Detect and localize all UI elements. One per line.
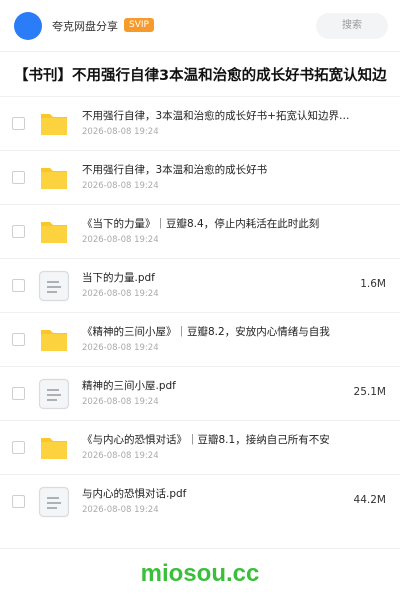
- item-date: 2026-08-08 19:24: [82, 343, 159, 353]
- select-checkbox[interactable]: [12, 279, 25, 292]
- search-button[interactable]: 搜索: [316, 13, 388, 39]
- select-checkbox[interactable]: [12, 171, 25, 184]
- folder-icon: [38, 108, 70, 140]
- file-list: 不用强行自律，3本温和治愈的成长好书+拓宽认知边界… 2026-08-08 19:…: [0, 96, 400, 528]
- document-icon: [38, 486, 70, 518]
- folder-icon: [38, 216, 70, 248]
- list-item[interactable]: 《与内心的恐惧对话》｜豆瓣8.1，接纳自己所有不安 2026-08-08 19:2…: [0, 420, 400, 474]
- item-name: 《与内心的恐惧对话》｜豆瓣8.1，接纳自己所有不安: [82, 434, 330, 446]
- avatar[interactable]: [14, 12, 42, 40]
- list-item[interactable]: 精神的三间小屋.pdf 2026-08-08 19:24 25.1M: [0, 366, 400, 420]
- list-item[interactable]: 与内心的恐惧对话.pdf 2026-08-08 19:24 44.2M: [0, 474, 400, 528]
- item-date: 2026-08-08 19:24: [82, 397, 159, 407]
- item-name: 不用强行自律，3本温和治愈的成长好书: [82, 164, 268, 176]
- item-date: 2026-08-08 19:24: [82, 505, 159, 515]
- item-size: 44.2M: [353, 494, 386, 506]
- item-date: 2026-08-08 19:24: [82, 127, 159, 137]
- svip-badge: SVIP: [124, 18, 154, 32]
- item-name: 《当下的力量》｜豆瓣8.4，停止内耗活在此时此刻: [82, 218, 320, 230]
- list-item[interactable]: 当下的力量.pdf 2026-08-08 19:24 1.6M: [0, 258, 400, 312]
- item-name: 《精神的三间小屋》｜豆瓣8.2，安放内心情绪与自我: [82, 326, 330, 338]
- page-title: 【书刊】不用强行自律3本温和治愈的成长好书拓宽认知边: [14, 68, 387, 84]
- list-item[interactable]: 《精神的三间小屋》｜豆瓣8.2，安放内心情绪与自我 2026-08-08 19:2…: [0, 312, 400, 366]
- select-checkbox[interactable]: [12, 333, 25, 346]
- list-item[interactable]: 不用强行自律，3本温和治愈的成长好书+拓宽认知边界… 2026-08-08 19:…: [0, 96, 400, 150]
- folder-icon: [38, 432, 70, 464]
- select-checkbox[interactable]: [12, 495, 25, 508]
- top-bar: 夸克网盘分享 SVIP 搜索: [0, 0, 400, 52]
- list-item[interactable]: 不用强行自律，3本温和治愈的成长好书 2026-08-08 19:24: [0, 150, 400, 204]
- document-icon: [38, 378, 70, 410]
- select-checkbox[interactable]: [12, 441, 25, 454]
- item-name: 精神的三间小屋.pdf: [82, 380, 176, 392]
- folder-icon: [38, 162, 70, 194]
- item-date: 2026-08-08 19:24: [82, 235, 159, 245]
- select-checkbox[interactable]: [12, 117, 25, 130]
- item-date: 2026-08-08 19:24: [82, 451, 159, 461]
- select-checkbox[interactable]: [12, 387, 25, 400]
- item-date: 2026-08-08 19:24: [82, 289, 159, 299]
- item-name: 不用强行自律，3本温和治愈的成长好书+拓宽认知边界…: [82, 110, 350, 122]
- list-item[interactable]: 《当下的力量》｜豆瓣8.4，停止内耗活在此时此刻 2026-08-08 19:24: [0, 204, 400, 258]
- item-date: 2026-08-08 19:24: [82, 181, 159, 191]
- item-size: 1.6M: [360, 278, 386, 290]
- watermark: miosou.cc: [140, 560, 260, 587]
- item-size: 25.1M: [353, 386, 386, 398]
- item-name: 与内心的恐惧对话.pdf: [82, 488, 187, 500]
- item-name: 当下的力量.pdf: [82, 272, 155, 284]
- select-checkbox[interactable]: [12, 225, 25, 238]
- divider: [0, 548, 400, 549]
- share-title: 夸克网盘分享: [52, 20, 118, 33]
- document-icon: [38, 270, 70, 302]
- folder-icon: [38, 324, 70, 356]
